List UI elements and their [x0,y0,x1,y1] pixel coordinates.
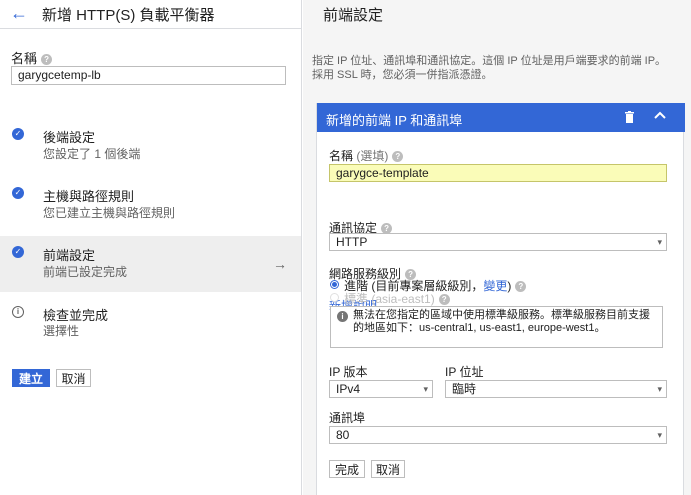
change-tier-link[interactable]: 變更 [483,279,507,293]
done-button[interactable]: 完成 [329,460,365,478]
check-icon: ✓ [12,187,24,199]
step-subtitle: 您已建立主機與路徑規則 [43,206,176,220]
notice-text: 無法在您指定的區域中使用標準級服務。標準級服務目前支援的地區如下：us-cent… [353,309,650,334]
help-icon[interactable]: ? [41,54,53,66]
info-icon: i [12,306,24,318]
name-label: 名稱 (選填)? [329,147,404,164]
step-backend[interactable]: ✓ 後端設定 您設定了 1 個後端 [0,118,301,168]
trash-icon[interactable] [624,111,636,124]
cancel-button[interactable]: 取消 [56,369,91,387]
ip-version-label: IP 版本 [329,365,368,379]
lb-name-input[interactable]: garygcetemp-lb [11,66,286,85]
help-icon[interactable]: ? [392,151,404,163]
ip-version-select[interactable]: IPv4 [329,380,433,398]
port-label: 通訊埠 [329,411,366,425]
step-review[interactable]: i 檢查並完成 選擇性 [0,296,301,346]
arrow-right-icon: → [273,256,287,272]
tier-notice: i 無法在您指定的區域中使用標準級服務。標準級服務目前支援的地區如下：us-ce… [330,306,663,348]
tier-standard-radio [330,293,339,302]
page-title: 新增 HTTP(S) 負載平衡器 [42,7,215,24]
step-subtitle: 選擇性 [43,324,80,338]
step-subtitle: 您設定了 1 個後端 [43,147,141,161]
cancel-frontend-button[interactable]: 取消 [371,460,405,478]
name-label: 名稱? [11,48,53,67]
section-title: 前端設定 [323,7,384,24]
left-panel: ← 新增 HTTP(S) 負載平衡器 名稱? garygcetemp-lb ✓ … [0,0,302,495]
card-header: 新增的前端 IP 和通訊埠 [317,103,685,132]
frontend-card: 新增的前端 IP 和通訊埠 名稱 (選填)? garygce-template … [316,103,685,495]
back-arrow-icon[interactable]: ← [10,4,28,22]
step-title: 主機與路徑規則 [43,189,135,204]
tier-standard-label: 標準 (asia-east1)? [344,290,450,307]
step-subtitle: 前端已設定完成 [43,265,128,279]
help-icon[interactable]: ? [515,281,527,293]
check-icon: ✓ [12,128,24,140]
frontend-name-input[interactable]: garygce-template [329,164,667,182]
step-title: 前端設定 [43,248,96,263]
help-icon: ? [438,294,450,306]
ip-address-label: IP 位址 [445,365,484,379]
info-icon: i [337,311,348,322]
check-icon: ✓ [12,246,24,258]
step-title: 後端設定 [43,130,96,145]
tier-premium-radio[interactable] [330,280,339,289]
card-title: 新增的前端 IP 和通訊埠 [326,113,463,128]
step-frontend[interactable]: ✓ 前端設定 前端已設定完成 → [0,236,301,292]
step-host-path[interactable]: ✓ 主機與路徑規則 您已建立主機與路徑規則 [0,177,301,227]
chevron-up-icon[interactable] [653,108,669,124]
ip-address-select[interactable]: 臨時 [445,380,667,398]
create-button[interactable]: 建立 [12,369,50,387]
port-select[interactable]: 80 [329,426,667,444]
right-panel: 前端設定 指定 IP 位址、通訊埠和通訊協定。這個 IP 位址是用戶端要求的前端… [303,0,691,495]
section-description: 指定 IP 位址、通訊埠和通訊協定。這個 IP 位址是用戶端要求的前端 IP。採… [312,55,667,81]
header-bar: ← 新增 HTTP(S) 負載平衡器 [0,0,301,29]
protocol-select[interactable]: HTTP [329,233,667,251]
